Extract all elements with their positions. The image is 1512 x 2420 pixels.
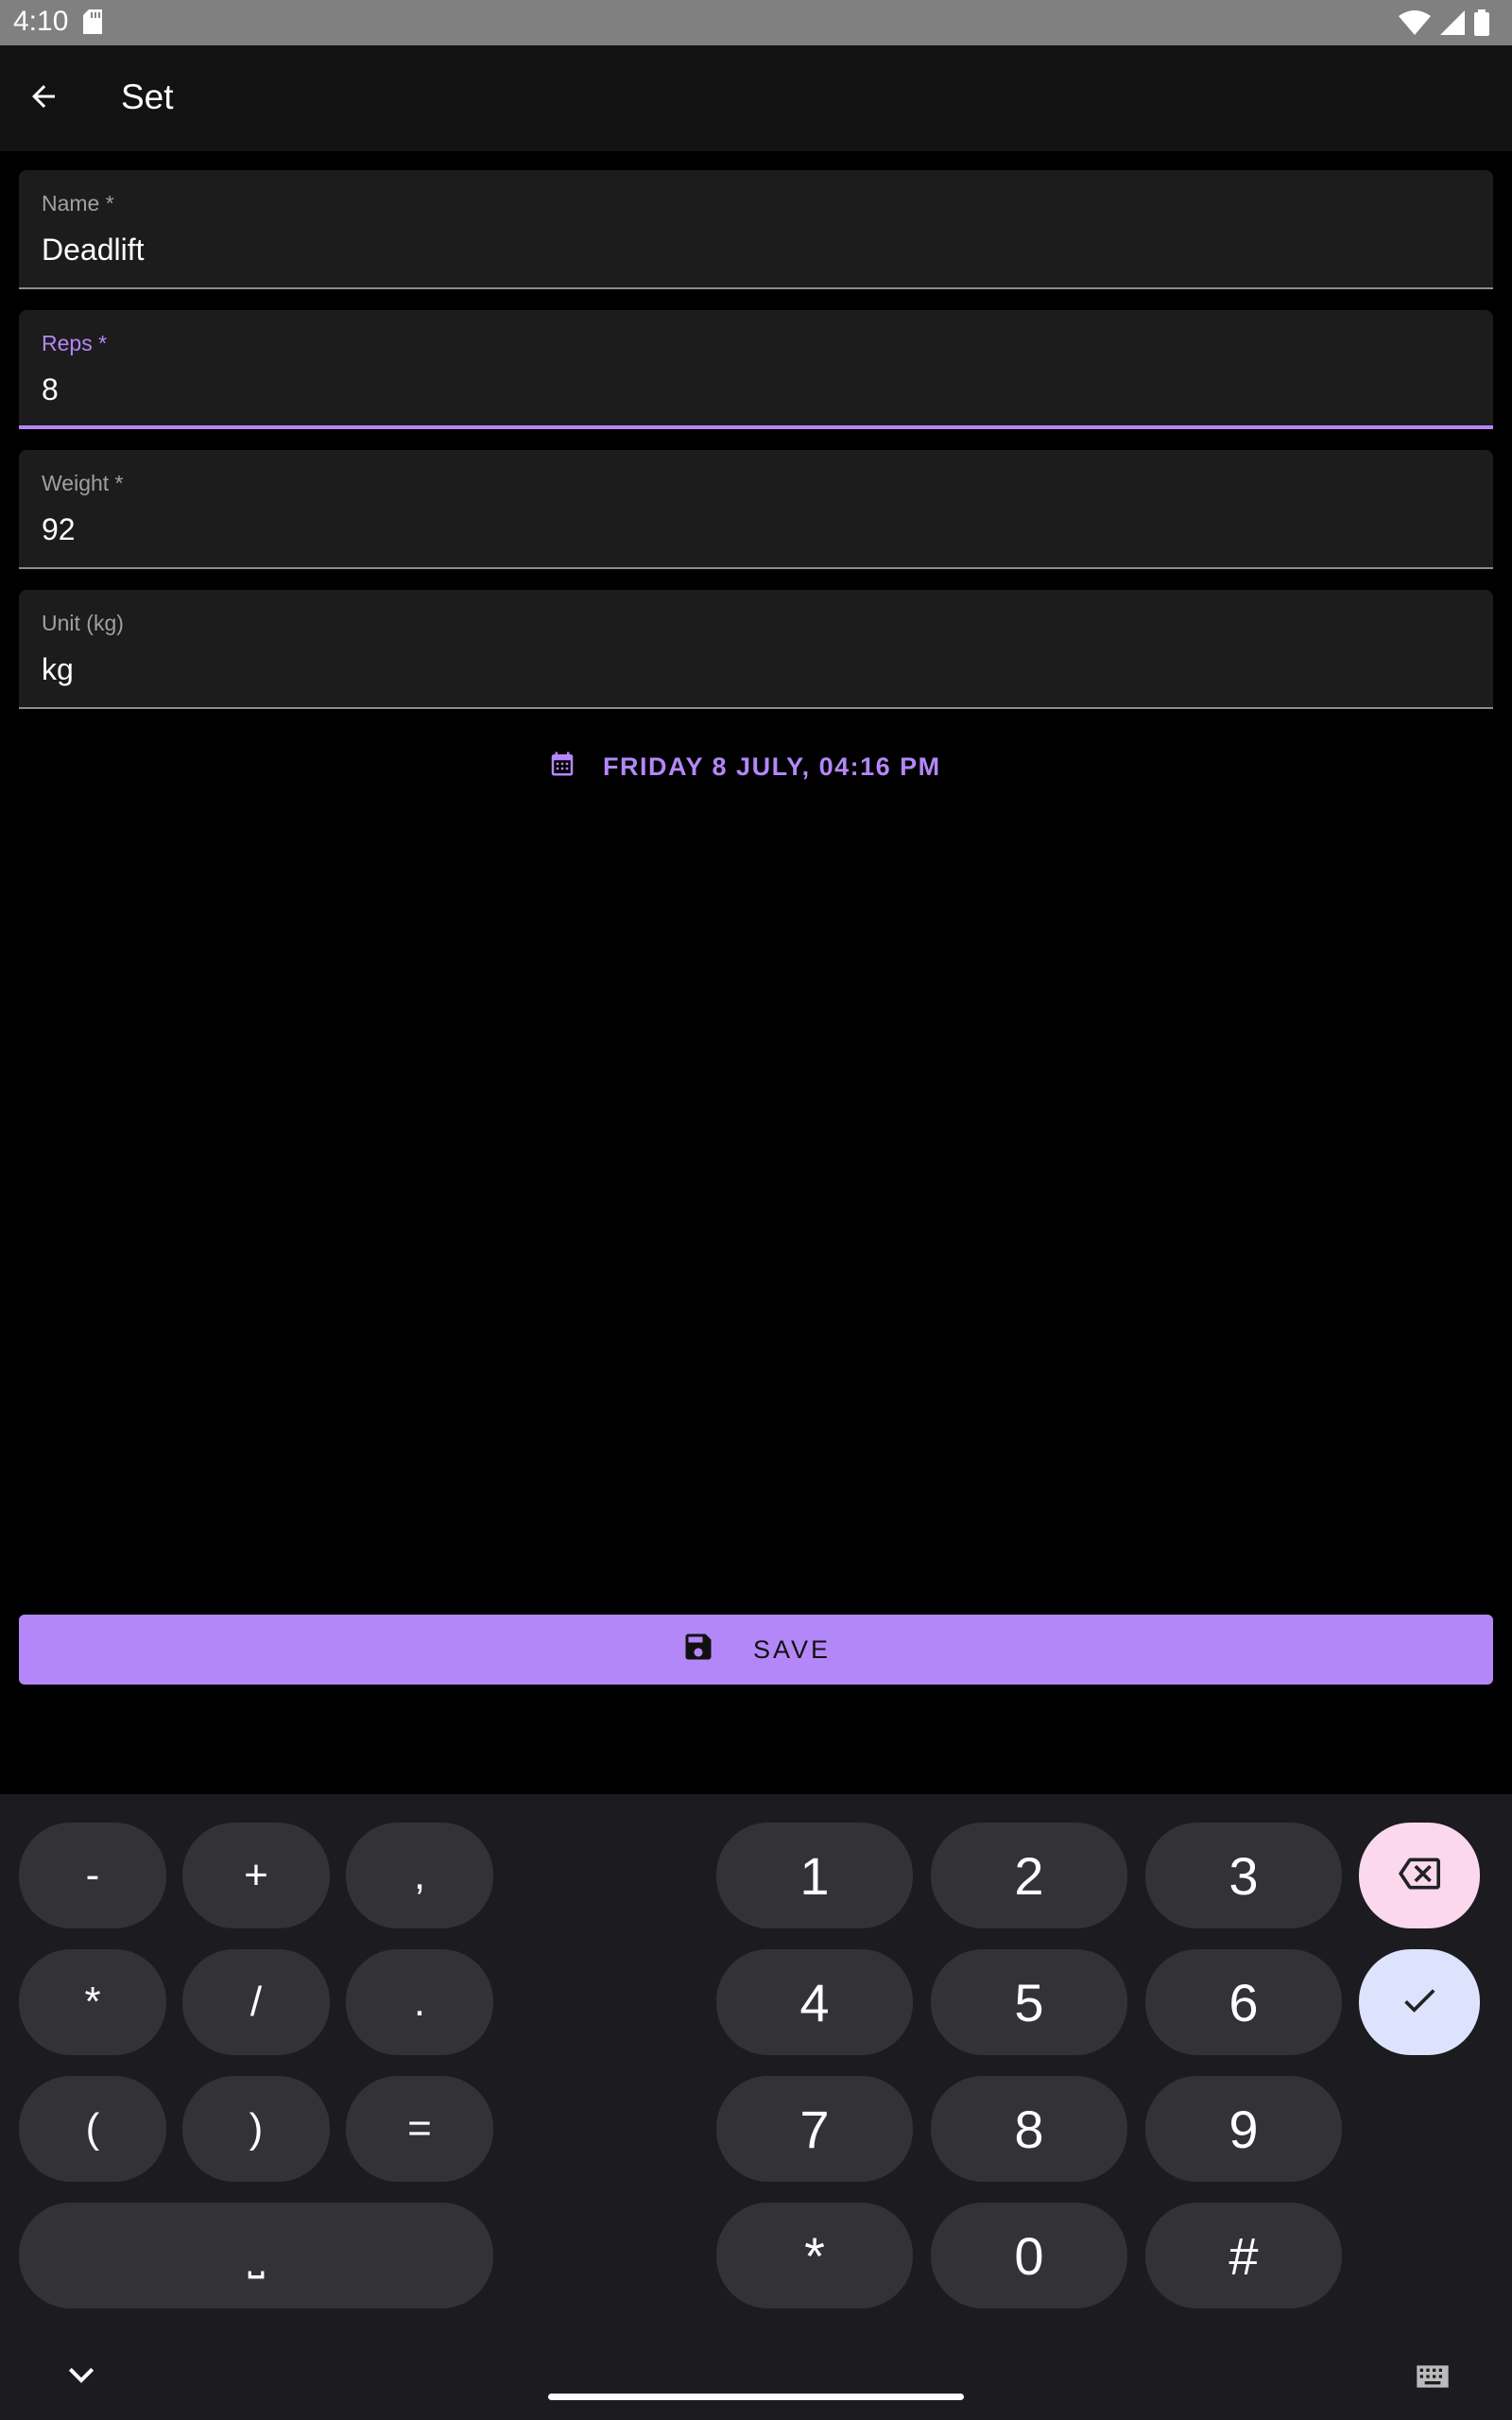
gesture-navigation-bar[interactable]: [548, 2394, 964, 2400]
unit-field-label: Unit (kg): [42, 611, 124, 635]
battery-icon: [1474, 9, 1489, 41]
status-bar: 4:10: [0, 0, 1512, 45]
key-equals[interactable]: =: [346, 2076, 493, 2182]
status-time: 4:10: [13, 6, 69, 37]
key-slash[interactable]: /: [182, 1949, 330, 2055]
backspace-icon: [1399, 1853, 1440, 1899]
reps-field-label: Reps *: [42, 331, 108, 355]
back-button[interactable]: [19, 74, 68, 123]
key-1[interactable]: 1: [716, 1823, 913, 1928]
key-close-paren[interactable]: ): [182, 2076, 330, 2182]
key-hash[interactable]: #: [1145, 2203, 1342, 2308]
save-label: SAVE: [752, 1634, 832, 1664]
unit-field-value[interactable]: kg: [42, 652, 74, 687]
date-picker-button[interactable]: FRIDAY 8 JULY, 04:16 PM: [548, 743, 941, 790]
key-3[interactable]: 3: [1145, 1823, 1342, 1928]
enter-key[interactable]: [1359, 1949, 1480, 2055]
key-star[interactable]: *: [716, 2203, 913, 2308]
sd-card-icon: [83, 9, 102, 39]
unit-field[interactable]: Unit (kg) kg: [19, 590, 1493, 709]
key-5[interactable]: 5: [931, 1949, 1127, 2055]
cellular-signal-icon: [1440, 10, 1465, 40]
keyboard-switch-button[interactable]: [1414, 2363, 1452, 2394]
key-6[interactable]: 6: [1145, 1949, 1342, 2055]
key-2[interactable]: 2: [931, 1823, 1127, 1928]
key-0[interactable]: 0: [931, 2203, 1127, 2308]
wifi-icon: [1399, 10, 1431, 40]
backspace-key[interactable]: [1359, 1823, 1480, 1928]
key-open-paren[interactable]: (: [19, 2076, 166, 2182]
reps-field-value[interactable]: 8: [42, 372, 59, 407]
key-8[interactable]: 8: [931, 2076, 1127, 2182]
name-field-value[interactable]: Deadlift: [42, 233, 145, 268]
calendar-icon: [548, 750, 576, 785]
key-space[interactable]: ⎵: [19, 2203, 493, 2308]
floppy-disk-icon: [681, 1630, 715, 1670]
key-comma[interactable]: ,: [346, 1823, 493, 1928]
name-field-label: Name *: [42, 191, 114, 216]
check-icon: [1399, 1979, 1440, 2026]
date-label: FRIDAY 8 JULY, 04:16 PM: [603, 752, 941, 781]
weight-field[interactable]: Weight * 92: [19, 450, 1493, 569]
chevron-down-icon: [62, 2367, 100, 2394]
keyboard-collapse-button[interactable]: [62, 2361, 100, 2394]
save-button[interactable]: SAVE: [19, 1615, 1493, 1685]
keyboard-icon: [1414, 2365, 1452, 2394]
weight-field-value[interactable]: 92: [42, 512, 76, 547]
key-minus[interactable]: -: [19, 1823, 166, 1928]
app-bar: Set: [0, 45, 1512, 151]
key-plus[interactable]: +: [182, 1823, 330, 1928]
reps-field[interactable]: Reps * 8: [19, 310, 1493, 429]
weight-field-label: Weight *: [42, 471, 124, 495]
name-field[interactable]: Name * Deadlift: [19, 170, 1493, 289]
key-4[interactable]: 4: [716, 1949, 913, 2055]
arrow-back-icon: [26, 79, 60, 118]
key-7[interactable]: 7: [716, 2076, 913, 2182]
key-asterisk[interactable]: *: [19, 1949, 166, 2055]
page-title: Set: [121, 78, 174, 116]
key-period[interactable]: .: [346, 1949, 493, 2055]
key-9[interactable]: 9: [1145, 2076, 1342, 2182]
